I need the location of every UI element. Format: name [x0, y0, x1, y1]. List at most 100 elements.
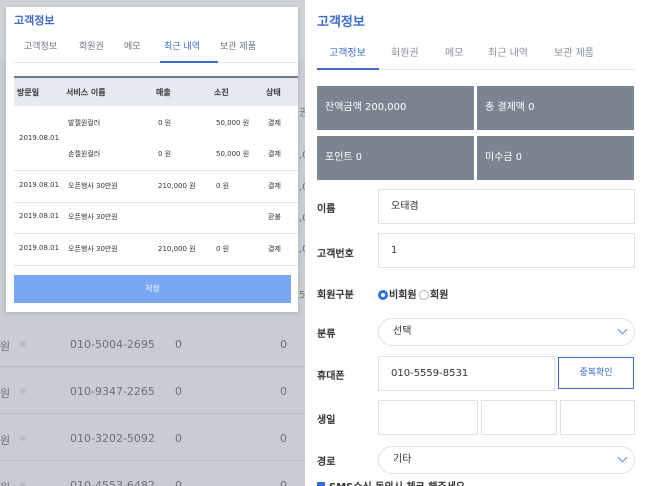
header-status: 상태 [266, 88, 281, 97]
active-tab-indicator [317, 68, 379, 70]
table-header: 방문일 서비스 이름 매출 소진 상태 [14, 76, 298, 106]
radio-member[interactable] [419, 290, 429, 300]
member-type: 원 [0, 434, 11, 447]
row-divider [14, 170, 298, 171]
phone-field[interactable]: 010-5559-8531 [378, 356, 555, 391]
tab-membership[interactable]: 회원권 [391, 44, 419, 59]
points: 0 [280, 479, 287, 486]
birthday-month-field[interactable] [481, 400, 557, 435]
header-sales: 매출 [156, 88, 171, 97]
route-select[interactable]: 기타 [378, 446, 635, 474]
sales: 210,000 원 [158, 245, 196, 253]
status: 결제 [268, 119, 281, 127]
sales: 0 원 [158, 119, 172, 127]
category-label: 분류 [317, 329, 336, 340]
member-type: 원 [0, 479, 10, 486]
service-name: 오픈행사 30만원 [68, 245, 118, 253]
service-name: 손젤원컬러 [68, 150, 101, 158]
status-dot-icon [20, 435, 26, 441]
sms-consent-checkbox[interactable] [317, 482, 325, 486]
table-row[interactable]: 원 010-9347-2265 0 0 [0, 367, 305, 414]
tab-recent-history[interactable]: 최근 내역 [488, 44, 528, 59]
member-type: 원 [0, 387, 11, 400]
status: 환불 [268, 213, 281, 221]
tab-recent-history[interactable]: 최근 내역 [164, 39, 200, 52]
route-value: 기타 [393, 454, 412, 465]
status: 결제 [268, 182, 281, 190]
customer-no-field[interactable]: 1 [378, 233, 635, 268]
birthday-year-field[interactable] [378, 400, 478, 435]
status: 결제 [268, 245, 281, 253]
count: 0 [175, 338, 182, 351]
header-service-name: 서비스 이름 [66, 88, 106, 97]
header-visit-date: 방문일 [17, 88, 40, 97]
count: 0 [175, 432, 182, 445]
table-row[interactable]: 원 010-4553-6482 0 0 [0, 461, 305, 486]
visit-date: 2019.08.01 [19, 244, 60, 252]
points: 0 [280, 432, 287, 445]
status-dot-icon [20, 341, 26, 347]
status-dot-icon [20, 482, 26, 486]
radio-non-member-label: 비회원 [389, 290, 417, 301]
table-row[interactable]: 원 010-5004-2695 0 0 [0, 320, 305, 367]
tab-stored-products[interactable]: 보관 제품 [220, 39, 256, 52]
birthday-label: 생일 [317, 415, 336, 426]
sms-consent-label: SMS수신 동의시 체크 해주세요 [329, 478, 465, 486]
radio-member-label: 회원 [430, 290, 449, 301]
table-row[interactable]: 원 010-3202-5092 0 0 [0, 414, 305, 461]
points-stat: 포인트 0 [317, 136, 474, 180]
radio-non-member[interactable] [378, 290, 388, 300]
active-tab-indicator [160, 61, 218, 63]
member-type-label: 회원구분 [317, 290, 354, 301]
used: 50,000 원 [216, 150, 250, 158]
used: 0 원 [216, 245, 230, 253]
customer-info-popup: 고객정보 고객정보 회원권 메모 최근 내역 보관 제품 방문일 서비스 이름 … [6, 7, 298, 312]
popup-tabs: 고객정보 회원권 메모 최근 내역 보관 제품 [14, 35, 296, 63]
category-select[interactable]: 선택 [378, 318, 635, 346]
points: 0 [280, 338, 287, 351]
row-divider [14, 233, 298, 234]
phone: 010-4553-6482 [70, 479, 155, 486]
header-used: 소진 [214, 88, 229, 97]
birthday-day-field[interactable] [560, 400, 635, 435]
count: 0 [175, 479, 182, 486]
save-button[interactable]: 저장 [14, 275, 291, 303]
status-dot-icon [20, 388, 26, 394]
row-divider [14, 202, 298, 203]
phone-label: 휴대폰 [317, 371, 345, 382]
service-name: 오픈행사 30만원 [68, 213, 118, 221]
page-title: 고객정보 [317, 15, 365, 30]
status: 결제 [268, 150, 281, 158]
service-name: 발젤원컬러 [68, 119, 101, 127]
phone: 010-3202-5092 [70, 432, 155, 445]
chevron-down-icon [617, 324, 628, 335]
name-field[interactable]: 오태겸 [378, 189, 635, 224]
duplicate-check-button[interactable]: 중복확인 [558, 357, 634, 389]
member-type: 원 [0, 340, 11, 353]
phone: 010-5004-2695 [70, 338, 155, 351]
popup-title: 고객정보 [14, 14, 55, 27]
unpaid-stat: 미수금 0 [477, 136, 634, 180]
used: 50,000 원 [216, 119, 250, 127]
chevron-down-icon [617, 452, 628, 463]
balance-stat: 잔액금액 200,000 [317, 86, 474, 130]
route-label: 경로 [317, 457, 336, 468]
tab-memo[interactable]: 메모 [445, 44, 463, 59]
tab-customer-info[interactable]: 고객정보 [329, 44, 366, 59]
panel-tabs: 고객정보 회원권 메모 최근 내역 보관 제품 [317, 40, 635, 70]
name-label: 이름 [317, 204, 336, 215]
category-value: 선택 [393, 326, 412, 337]
row-divider [14, 265, 298, 266]
sales: 0 원 [158, 150, 172, 158]
count: 0 [175, 385, 182, 398]
visit-date: 2019.08.01 [19, 181, 60, 189]
customer-no-label: 고객번호 [317, 249, 354, 260]
tab-customer-info[interactable]: 고객정보 [24, 39, 57, 52]
visit-date: 2019.08.01 [19, 134, 60, 142]
customer-info-panel: 고객정보 고객정보 회원권 메모 최근 내역 보관 제품 잔액금액 200,00… [305, 0, 646, 486]
tab-memo[interactable]: 메모 [124, 39, 141, 52]
used: 0 원 [216, 182, 230, 190]
tab-stored-products[interactable]: 보관 제품 [554, 44, 594, 59]
tab-membership[interactable]: 회원권 [79, 39, 104, 52]
points: 0 [280, 385, 287, 398]
